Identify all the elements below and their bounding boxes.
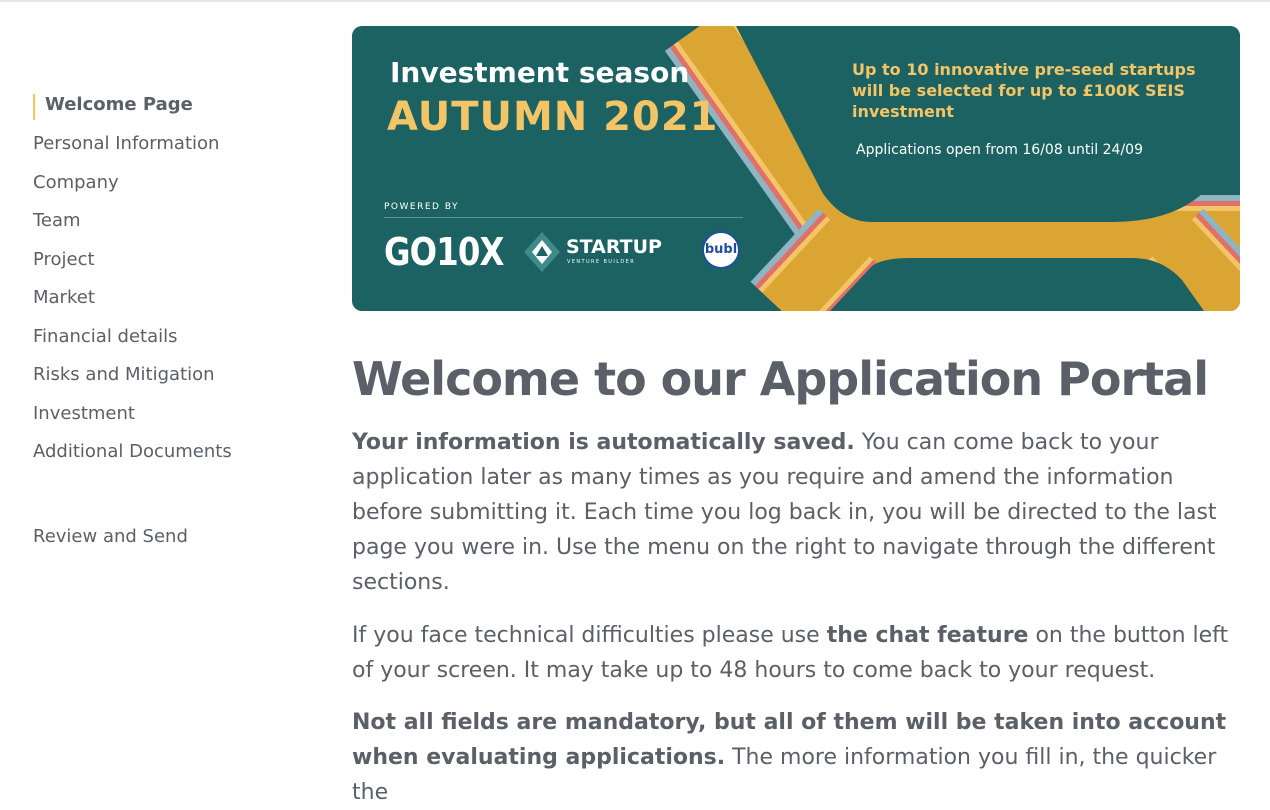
investment-season-banner: Investment season AUTUMN 2021 Up to 10 i…: [352, 26, 1240, 311]
go10x-logo: GO10X: [384, 230, 504, 274]
banner-season: AUTUMN 2021: [387, 94, 719, 140]
startup-logo-text: STARTUP: [566, 236, 662, 258]
startup-mark-icon: [524, 232, 560, 272]
banner-tagline: Up to 10 innovative pre-seed startups wi…: [852, 60, 1196, 121]
intro-paragraph-support: If you face technical difficulties pleas…: [352, 618, 1232, 688]
sidebar-item-financial-details[interactable]: Financial details: [33, 326, 178, 347]
sidebar-item-company[interactable]: Company: [33, 172, 119, 193]
sidebar-item-additional-documents[interactable]: Additional Documents: [33, 441, 232, 462]
powered-by-divider: [384, 217, 743, 218]
powered-by-label: POWERED BY: [384, 202, 460, 212]
startup-logo-subtext: VENTURE BUILDER: [567, 259, 636, 265]
page-title: Welcome to our Application Portal: [352, 352, 1209, 406]
sidebar-item-market[interactable]: Market: [33, 287, 95, 308]
bubl-logo: bubl: [702, 231, 740, 269]
sidebar-item-project[interactable]: Project: [33, 249, 95, 270]
saved-notice-bold: Your information is automatically saved.: [352, 430, 855, 455]
active-indicator: [33, 94, 35, 120]
sidebar-item-personal-information[interactable]: Personal Information: [33, 133, 219, 154]
sidebar-item-team[interactable]: Team: [33, 210, 81, 231]
sidebar-item-risks-and-mitigation[interactable]: Risks and Mitigation: [33, 364, 215, 385]
intro-paragraph-fields: Not all fields are mandatory, but all of…: [352, 705, 1232, 810]
sidebar-item-investment[interactable]: Investment: [33, 403, 135, 424]
sidebar-item-welcome-page[interactable]: Welcome Page: [45, 94, 193, 115]
startup-venture-builder-logo: STARTUP VENTURE BUILDER: [522, 230, 662, 274]
chat-feature-bold: the chat feature: [826, 623, 1029, 648]
sidebar-item-review-and-send[interactable]: Review and Send: [33, 526, 188, 547]
banner-title: Investment season: [390, 56, 690, 89]
intro-paragraph-saved: Your information is automatically saved.…: [352, 425, 1232, 600]
top-border: [0, 0, 1270, 2]
banner-dates: Applications open from 16/08 until 24/09: [856, 142, 1143, 158]
support-text-start: If you face technical difficulties pleas…: [352, 623, 827, 648]
